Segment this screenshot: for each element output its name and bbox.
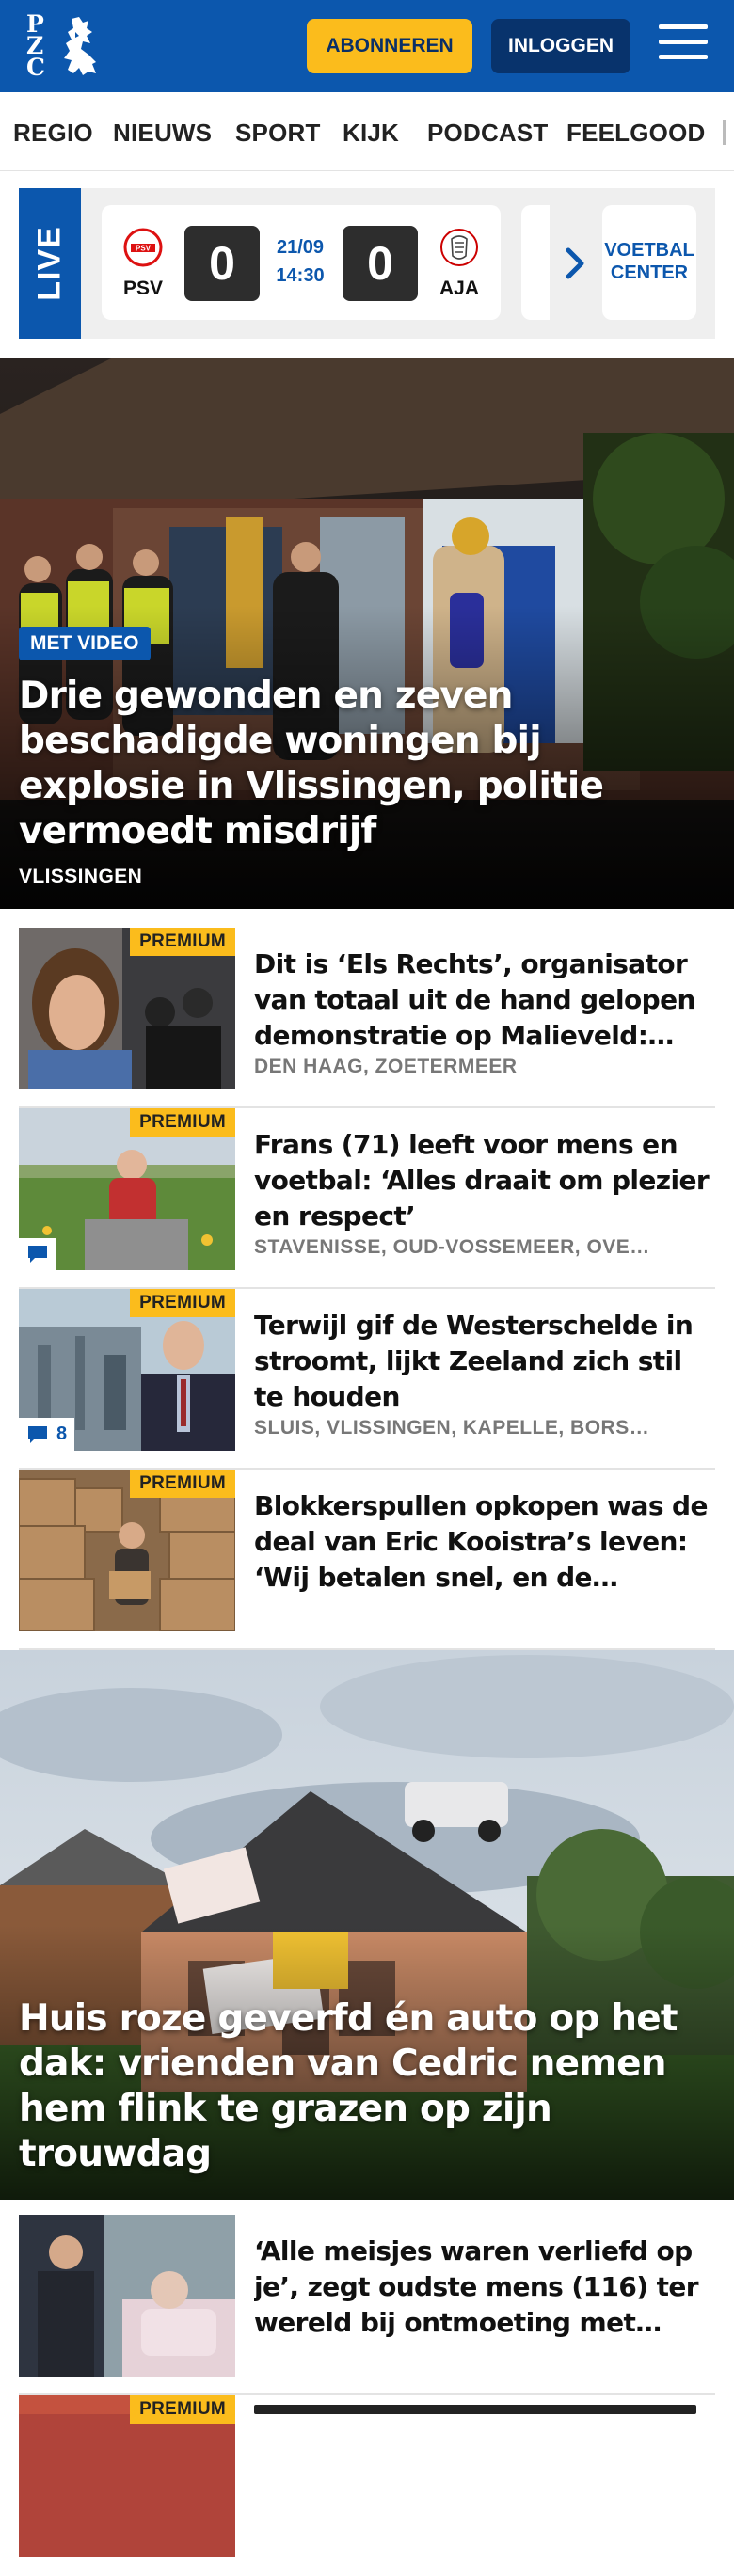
comment-icon: [28, 1425, 47, 1443]
hero-article-2[interactable]: Huis roze geverfd én auto op het dak: vr…: [0, 1650, 734, 2200]
home-team: PSV PSV: [115, 228, 171, 300]
article-thumbnail: [19, 2215, 235, 2377]
article-item[interactable]: PREMIUM: [19, 2395, 715, 2576]
article-title[interactable]: Frans (71) leeft voor mens en voetbal: ‘…: [254, 1127, 710, 1234]
hamburger-icon[interactable]: [659, 24, 708, 68]
hero-title[interactable]: Drie gewonden en zeven beschadigde wonin…: [19, 674, 715, 854]
nav-item-podcast[interactable]: PODCAST: [427, 119, 549, 148]
article-title[interactable]: Blokkerspullen opkopen was de deal van E…: [254, 1488, 710, 1596]
subscribe-button[interactable]: ABONNEREN: [307, 19, 472, 73]
article-item[interactable]: ‘Alle meisjes waren verliefd op je’, zeg…: [19, 2215, 715, 2395]
hero-title-2[interactable]: Huis roze geverfd én auto op het dak: vr…: [19, 1996, 715, 2177]
article-thumbnail: PREMIUM 8: [19, 1289, 235, 1451]
nav-item-nieuws[interactable]: NIEUWS: [113, 119, 212, 148]
lion-icon: [64, 17, 96, 75]
away-score: 0: [343, 226, 418, 301]
psv-crest-icon: PSV: [123, 228, 163, 267]
article-thumbnail: PREMIUM: [19, 928, 235, 1089]
nav-item-kijk[interactable]: KIJK: [343, 119, 399, 148]
comment-icon: [28, 1246, 47, 1263]
ajax-crest-icon: [440, 229, 478, 266]
site-logo[interactable]: PZC: [26, 10, 105, 81]
article-thumbnail: PREMIUM: [19, 1470, 235, 1631]
comments-badge[interactable]: 8: [19, 1418, 75, 1451]
premium-badge: PREMIUM: [130, 928, 235, 956]
article-item[interactable]: PREMIUM Dit is ‘Els Rechts’, organisator…: [19, 928, 715, 1108]
article-title[interactable]: Dit is ‘Els Rechts’, organisator van tot…: [254, 946, 710, 1054]
site-header: PZC ABONNEREN INLOGGEN: [0, 0, 734, 92]
hero-text-2: Huis roze geverfd én auto op het dak: vr…: [19, 1996, 715, 2177]
nav-item-feelgood[interactable]: FEELGOOD: [566, 119, 706, 148]
article-title[interactable]: Terwijl gif de Westerschelde in stroomt,…: [254, 1308, 710, 1415]
logo-monogram: PZC: [26, 10, 45, 81]
nav-item-sport[interactable]: SPORT: [235, 119, 321, 148]
comments-count: 8: [56, 1423, 68, 1444]
match-date: 21/09: [276, 237, 325, 258]
hero-article[interactable]: MET VIDEO Drie gewonden en zeven beschad…: [0, 358, 734, 909]
voetbal-center-link[interactable]: VOETBAL CENTER: [602, 205, 696, 320]
home-team-name: PSV: [122, 278, 164, 299]
away-team-name: AJA: [439, 278, 479, 299]
chevron-right-icon[interactable]: [557, 245, 595, 282]
nav-overflow-hint: [723, 120, 726, 145]
hero-text: MET VIDEO Drie gewonden en zeven beschad…: [19, 627, 715, 888]
live-label: LIVE: [31, 226, 68, 301]
video-badge: MET VIDEO: [19, 627, 151, 660]
comments-badge[interactable]: [19, 1238, 56, 1270]
article-item[interactable]: PREMIUM Frans (71) leeft voor mens en vo…: [19, 1108, 715, 1289]
article-image: [19, 2215, 235, 2377]
article-title[interactable]: ‘Alle meisjes waren verliefd op je’, zeg…: [254, 2234, 710, 2341]
hero-location: VLISSINGEN: [19, 866, 143, 887]
article-thumbnail: PREMIUM: [19, 2395, 235, 2557]
premium-badge: PREMIUM: [130, 1289, 235, 1317]
home-score: 0: [184, 226, 260, 301]
article-location: SLUIS, VLISSINGEN, KAPELLE, BORS…: [254, 1417, 650, 1439]
login-button[interactable]: INLOGGEN: [491, 19, 630, 73]
article-item[interactable]: PREMIUM 8 Terwijl gif de Westerschelde i…: [19, 1289, 715, 1470]
match-card[interactable]: PSV PSV 0 21/09 14:30 0 AJA: [102, 205, 501, 320]
article-item[interactable]: PREMIUM Blokkerspullen opkopen was de de…: [19, 1470, 715, 1650]
article-location: DEN HAAG, ZOETERMEER: [254, 1056, 518, 1077]
live-scores-bar: LIVE PSV PSV 0 21/09 14:30 0 AJA VOETBAL…: [19, 188, 715, 339]
away-team: AJA: [431, 228, 487, 300]
section-nav: REGIO NIEUWS SPORT KIJK PODCAST FEELGOOD: [0, 92, 734, 171]
nav-item-regio[interactable]: REGIO: [13, 119, 93, 148]
next-match-card[interactable]: [521, 205, 550, 320]
voetbal-center-label-1: VOETBAL: [604, 240, 694, 261]
premium-badge: PREMIUM: [130, 1470, 235, 1498]
match-time: 14:30: [276, 265, 325, 286]
premium-badge: PREMIUM: [130, 1108, 235, 1137]
premium-badge: PREMIUM: [130, 2395, 235, 2424]
match-datetime: 21/09 14:30: [258, 233, 343, 290]
article-title-cut: [254, 2405, 696, 2414]
article-location: STAVENISSE, OUD-VOSSEMEER, OVE…: [254, 1236, 650, 1258]
svg-text:PSV: PSV: [136, 245, 152, 253]
voetbal-center-label-2: CENTER: [610, 262, 689, 283]
live-tab[interactable]: LIVE: [19, 188, 81, 339]
article-thumbnail: PREMIUM: [19, 1108, 235, 1270]
